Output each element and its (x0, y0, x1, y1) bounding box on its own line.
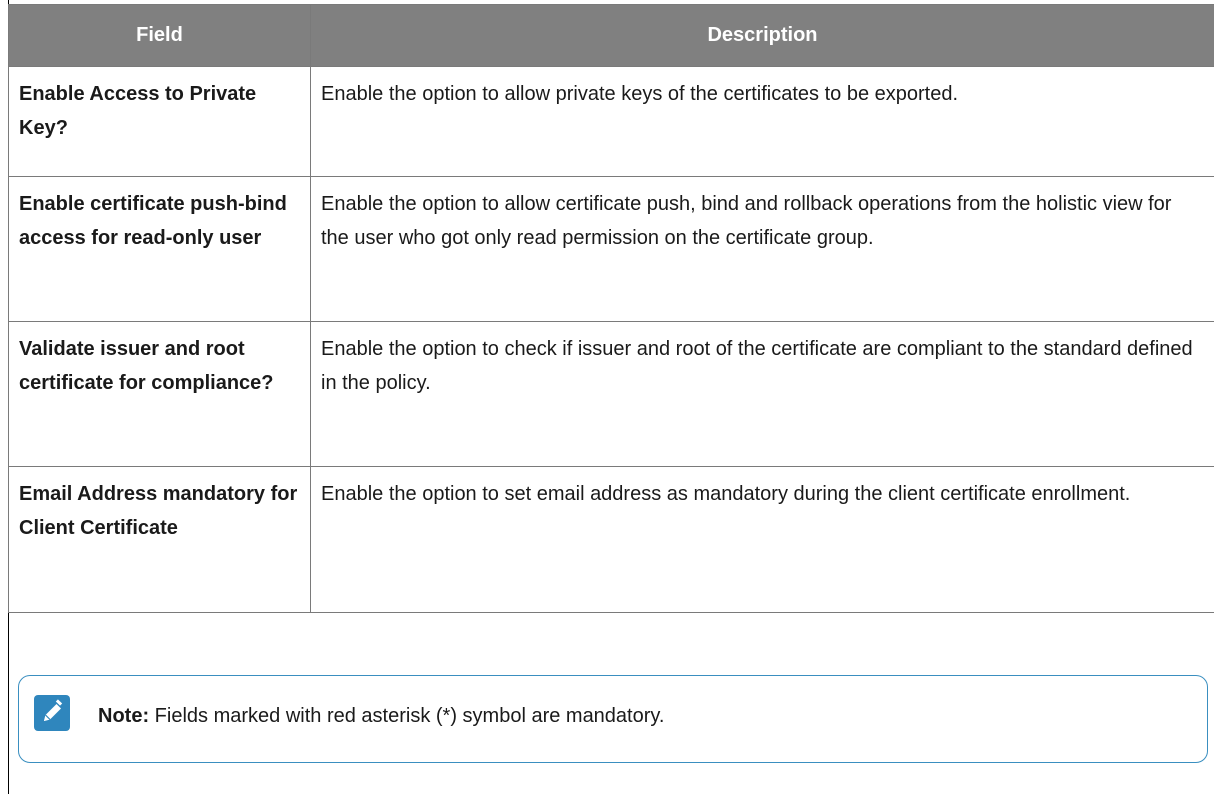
field-name: Enable Access to Private Key? (8, 66, 311, 177)
field-description: Enable the option to check if issuer and… (310, 321, 1214, 467)
field-name: Email Address mandatory for Client Certi… (8, 466, 311, 613)
field-description: Enable the option to allow certificate p… (310, 176, 1214, 322)
field-description: Enable the option to allow private keys … (310, 66, 1214, 177)
field-name: Enable certificate push-bind access for … (8, 176, 311, 322)
field-name: Validate issuer and root certificate for… (8, 321, 311, 467)
table-row: Enable certificate push-bind access for … (8, 176, 1214, 322)
table-row: Email Address mandatory for Client Certi… (8, 466, 1214, 613)
note-message: Fields marked with red asterisk (*) symb… (154, 705, 665, 727)
column-header-description: Description (310, 4, 1214, 67)
pencil-note-icon (34, 695, 70, 731)
table-row: Validate issuer and root certificate for… (8, 321, 1214, 467)
note-callout: Note: Fields marked with red asterisk (*… (18, 675, 1208, 763)
table-header-row: Field Description (8, 4, 1214, 67)
note-text: Note: Fields marked with red asterisk (*… (98, 704, 664, 728)
field-description: Enable the option to set email address a… (310, 466, 1214, 613)
table-row: Enable Access to Private Key? Enable the… (8, 66, 1214, 177)
column-header-field: Field (8, 4, 311, 67)
fields-table: Field Description Enable Access to Priva… (8, 4, 1214, 613)
note-label: Note: (98, 705, 150, 727)
